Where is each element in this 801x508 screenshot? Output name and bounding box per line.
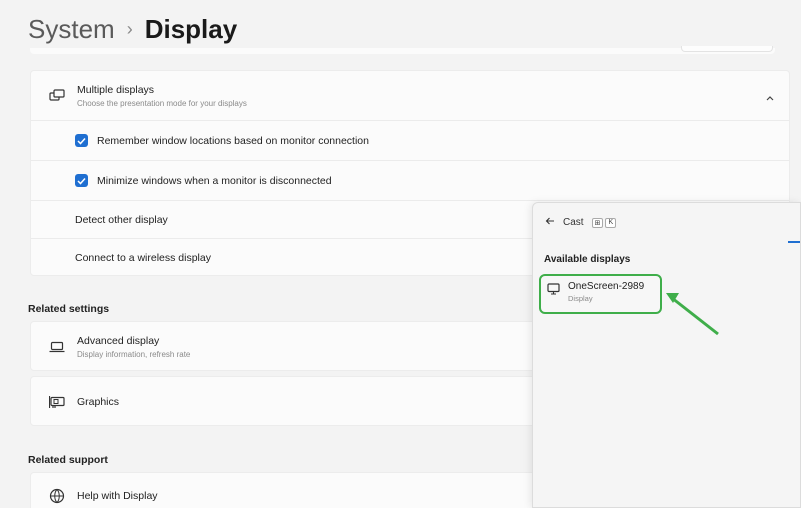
multiple-displays-header[interactable]: Multiple displays Choose the presentatio… xyxy=(31,71,789,121)
multiple-displays-subtitle: Choose the presentation mode for your di… xyxy=(77,98,247,108)
help-with-display-title: Help with Display xyxy=(77,490,158,502)
k-key: K xyxy=(605,217,617,228)
breadcrumb: System › Display xyxy=(28,14,237,45)
cast-flyout: Cast ⊞ K Available displays OneScreen-29… xyxy=(532,202,801,508)
connect-wireless-display-label: Connect to a wireless display xyxy=(75,252,211,264)
related-settings-heading: Related settings xyxy=(28,303,110,315)
device-type: Display xyxy=(568,294,593,303)
previous-setting-control[interactable] xyxy=(681,46,773,52)
advanced-display-title: Advanced display xyxy=(77,335,160,347)
breadcrumb-system-link[interactable]: System xyxy=(28,14,115,45)
graphics-card-icon xyxy=(45,390,69,414)
monitor-icon xyxy=(547,282,560,300)
remember-window-locations-option[interactable]: Remember window locations based on monit… xyxy=(31,121,789,161)
cast-header: Cast ⊞ K xyxy=(545,217,617,228)
graphics-title: Graphics xyxy=(77,396,120,408)
windows-key-icon: ⊞ xyxy=(591,217,604,228)
globe-icon xyxy=(45,484,69,508)
cast-title: Cast xyxy=(563,217,584,228)
laptop-icon xyxy=(45,335,69,359)
detect-other-display-label: Detect other display xyxy=(75,213,168,226)
device-onescreen-2989[interactable]: OneScreen-2989 Display xyxy=(539,274,662,314)
previous-setting-card-edge xyxy=(30,46,775,54)
multiple-displays-title: Multiple displays xyxy=(77,83,155,96)
remember-window-locations-checkbox[interactable] xyxy=(75,134,88,147)
device-name: OneScreen-2989 xyxy=(568,281,645,292)
loading-indicator xyxy=(788,241,800,243)
page-title: Display xyxy=(144,14,238,44)
minimize-windows-checkbox[interactable] xyxy=(75,174,88,187)
minimize-windows-option[interactable]: Minimize windows when a monitor is disco… xyxy=(31,161,789,201)
back-arrow-icon[interactable] xyxy=(545,217,555,228)
advanced-display-subtitle: Display information, refresh rate xyxy=(77,350,191,359)
related-support-heading: Related support xyxy=(28,454,108,466)
multiple-displays-icon xyxy=(45,84,69,108)
remember-window-locations-label: Remember window locations based on monit… xyxy=(97,134,369,147)
chevron-up-icon[interactable] xyxy=(765,89,775,107)
available-displays-heading: Available displays xyxy=(544,254,631,265)
breadcrumb-separator: › xyxy=(126,19,133,39)
minimize-windows-label: Minimize windows when a monitor is disco… xyxy=(97,174,332,187)
